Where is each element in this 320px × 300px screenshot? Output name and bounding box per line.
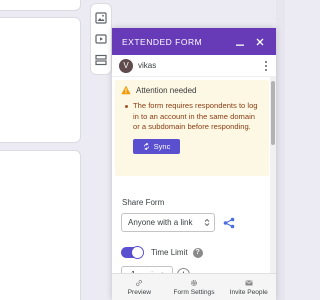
form-settings-label: Form Settings xyxy=(173,288,215,296)
page-scroll-gutter xyxy=(276,0,285,300)
gear-icon xyxy=(190,279,198,286)
alert-message: The form requires respondents to log in … xyxy=(133,101,258,132)
image-icon[interactable] xyxy=(95,12,107,24)
time-limit-label: Time Limit xyxy=(151,248,188,257)
share-access-value: Anyone with a link xyxy=(128,218,193,227)
preview-button[interactable]: Preview xyxy=(112,274,167,300)
mail-icon xyxy=(245,280,253,285)
time-limit-toggle[interactable] xyxy=(121,246,144,259)
panel-scrollbar[interactable] xyxy=(270,77,276,300)
invite-people-label: Invite People xyxy=(229,288,268,296)
account-row: V vikas xyxy=(112,55,276,77)
form-card-question[interactable] xyxy=(0,150,81,300)
panel-footer: Preview Form Settings Invite People xyxy=(112,273,276,300)
sync-label: Sync xyxy=(153,141,171,151)
video-icon[interactable] xyxy=(95,33,107,45)
sync-button[interactable]: Sync xyxy=(133,138,180,154)
avatar: V xyxy=(119,58,133,73)
minimize-button[interactable] xyxy=(233,35,247,49)
share-icon xyxy=(223,217,235,228)
close-icon xyxy=(256,38,264,45)
section-icon[interactable] xyxy=(95,54,107,66)
panel-header: EXTENDED FORM xyxy=(112,28,276,55)
more-options-icon[interactable] xyxy=(262,60,270,72)
help-icon[interactable]: ? xyxy=(192,247,203,258)
chevron-updown-icon xyxy=(204,218,210,227)
form-card-top xyxy=(0,0,81,11)
extended-form-panel: EXTENDED FORM V vikas Attention needed T… xyxy=(112,28,276,300)
alert-title: Attention needed xyxy=(136,85,197,95)
share-button[interactable] xyxy=(223,217,235,229)
attention-alert: Attention needed The form requires respo… xyxy=(115,80,269,176)
bullet xyxy=(125,105,128,108)
panel-content: Attention needed The form requires respo… xyxy=(112,77,276,300)
invite-people-button[interactable]: Invite People xyxy=(221,274,276,300)
share-form-label: Share Form xyxy=(122,198,165,207)
minimize-icon xyxy=(236,44,244,46)
link-icon xyxy=(136,279,143,286)
panel-title: EXTENDED FORM xyxy=(122,36,203,47)
close-button[interactable] xyxy=(253,35,267,49)
scrollbar-thumb[interactable] xyxy=(271,81,275,145)
share-access-select[interactable]: Anyone with a link xyxy=(121,213,215,232)
warning-icon xyxy=(121,85,131,95)
sync-icon xyxy=(143,142,149,150)
preview-label: Preview xyxy=(127,288,152,296)
form-card-question[interactable] xyxy=(0,17,81,143)
form-side-toolbar xyxy=(90,3,112,75)
form-settings-button[interactable]: Form Settings xyxy=(167,274,222,300)
account-name: vikas xyxy=(138,61,157,70)
